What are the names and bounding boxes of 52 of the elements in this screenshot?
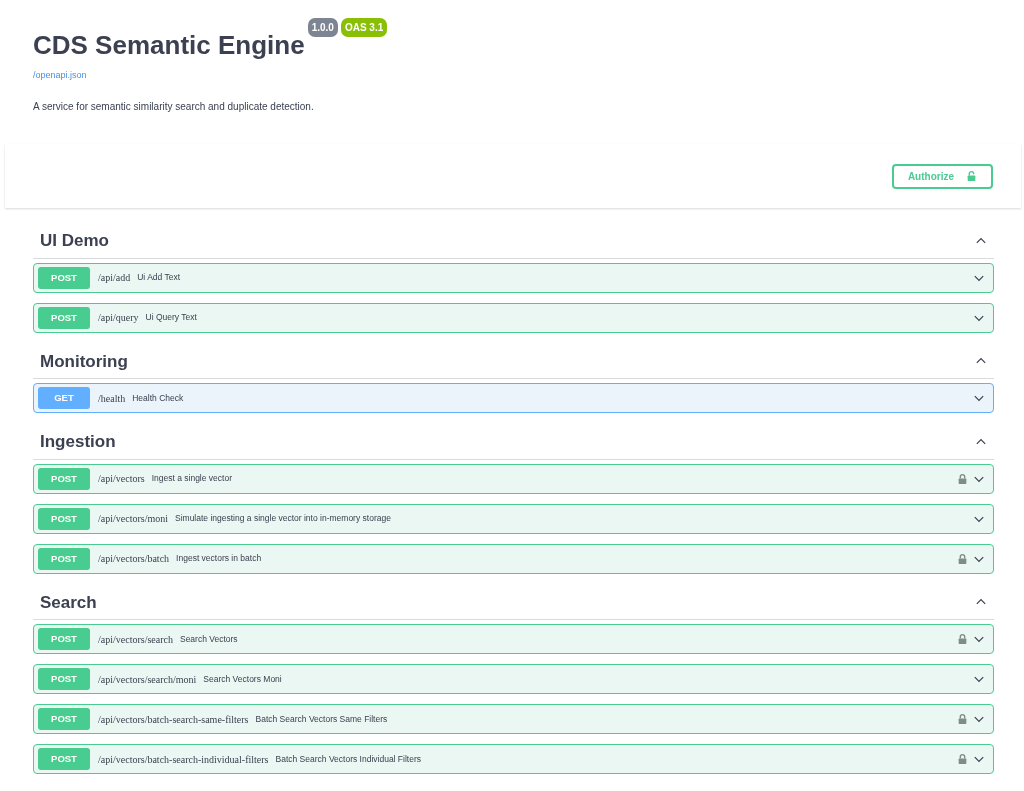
- endpoint-path: /api/add: [98, 271, 131, 286]
- api-title: CDS Semantic Engine: [33, 30, 305, 62]
- operation-row[interactable]: POST /api/vectors/batch-search-individual-filters Batch Search Vectors Individual Filters: [33, 744, 994, 775]
- section-header[interactable]: Search: [33, 585, 994, 621]
- method-badge: POST: [38, 748, 90, 771]
- section-header[interactable]: Monitoring: [33, 344, 994, 380]
- method-badge: POST: [38, 547, 90, 570]
- endpoint-summary: Health Check: [132, 391, 184, 405]
- section-title: Search: [40, 591, 97, 614]
- section-title: Monitoring: [40, 350, 128, 373]
- method-badge: POST: [38, 467, 90, 490]
- method-badge: POST: [38, 708, 90, 731]
- spec-version-tag: OAS 3.1: [340, 18, 388, 37]
- api-description: A service for semantic similarity search and duplicate detection.: [33, 100, 315, 115]
- endpoint-summary: Ui Add Text: [137, 271, 181, 285]
- operation-row[interactable]: POST /api/vectors/batch-search-same-filters Batch Search Vectors Same Filters: [33, 704, 994, 735]
- method-badge: GET: [38, 387, 90, 410]
- endpoint-path: /health: [98, 391, 126, 406]
- endpoint-summary: Simulate ingesting a single vector into in-memory storage: [175, 512, 391, 526]
- operation-row[interactable]: POST /api/vectors/search Search Vectors: [33, 624, 994, 655]
- endpoint-path: /api/vectors/moni: [98, 512, 168, 527]
- endpoint-path: /api/vectors/batch-search-individual-filters: [98, 752, 269, 767]
- spec-link[interactable]: /openapi.json: [33, 69, 87, 83]
- operation-row[interactable]: POST /api/vectors/batch Ingest vectors in batch: [33, 543, 994, 574]
- endpoint-path: /api/vectors/batch: [98, 552, 170, 567]
- operation-row[interactable]: POST /api/vectors/search/moni Search Vectors Moni: [33, 664, 994, 695]
- operation-row[interactable]: POST /api/vectors Ingest a single vector: [33, 463, 994, 494]
- section-header[interactable]: Ingestion: [33, 425, 994, 460]
- version-tag: 1.0.0: [307, 18, 338, 37]
- endpoint-summary: Batch Search Vectors Same Filters: [255, 712, 388, 726]
- endpoint-path: /api/vectors/search/moni: [98, 672, 197, 687]
- method-badge: POST: [38, 628, 90, 651]
- section-header[interactable]: UI Demo: [33, 224, 994, 259]
- endpoint-summary: Ui Query Text: [145, 311, 197, 325]
- operation-row[interactable]: POST /api/add Ui Add Text: [33, 262, 994, 293]
- endpoint-path: /api/vectors/search: [98, 632, 173, 647]
- endpoint-summary: Search Vectors Moni: [203, 672, 282, 686]
- method-badge: POST: [38, 266, 90, 289]
- section-title: Ingestion: [40, 431, 116, 454]
- endpoint-path: /api/vectors/batch-search-same-filters: [98, 712, 249, 727]
- method-badge: POST: [38, 507, 90, 530]
- endpoint-summary: Ingest vectors in batch: [176, 552, 262, 566]
- operation-row[interactable]: POST /api/vectors/moni Simulate ingesting a single vector into in-memory storage: [33, 503, 994, 534]
- endpoint-summary: Batch Search Vectors Individual Filters: [275, 752, 421, 766]
- operation-row[interactable]: POST /api/query Ui Query Text: [33, 302, 994, 333]
- endpoint-summary: Ingest a single vector: [151, 472, 232, 486]
- endpoint-path: /api/query: [98, 311, 139, 326]
- endpoint-summary: Search Vectors: [179, 632, 238, 646]
- method-badge: POST: [38, 306, 90, 329]
- section-title: UI Demo: [40, 230, 109, 253]
- method-badge: POST: [38, 668, 90, 691]
- endpoint-path: /api/vectors: [98, 472, 145, 487]
